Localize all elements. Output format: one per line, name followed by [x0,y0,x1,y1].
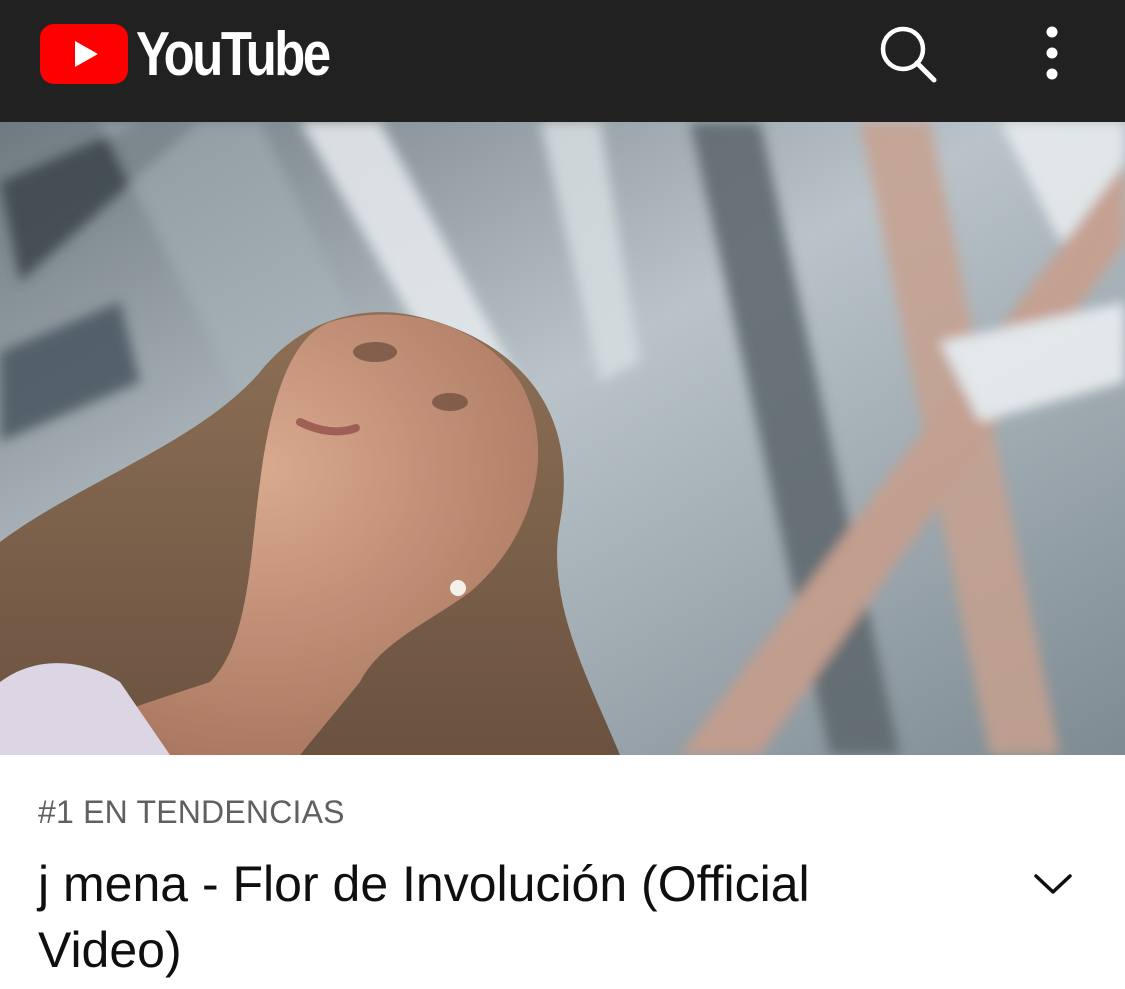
more-vert-icon [1046,26,1058,80]
expand-description-button[interactable] [1030,864,1076,904]
video-player[interactable] [0,122,1125,755]
video-title[interactable]: j mena - Flor de Involución (Official Vi… [38,851,918,983]
search-icon [880,26,937,83]
youtube-wordmark: YouTube [136,20,331,89]
video-frame-thumbnail [0,122,1125,755]
more-options-button[interactable] [1030,24,1074,82]
youtube-play-icon [40,24,128,84]
youtube-logo[interactable]: YouTube [40,20,331,89]
search-button[interactable] [878,24,940,86]
chevron-down-icon [1034,874,1072,894]
trending-badge[interactable]: #1 EN TENDENCIAS [38,794,345,831]
top-app-bar: YouTube [0,0,1125,122]
